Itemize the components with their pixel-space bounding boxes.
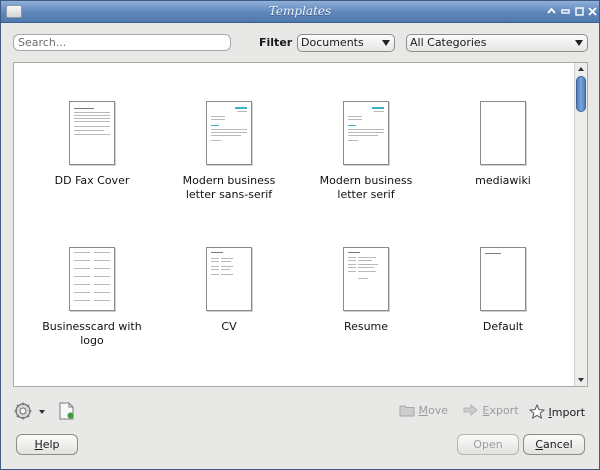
template-item[interactable]: DD Fax Cover [27,63,157,213]
close-icon[interactable] [586,5,599,18]
template-item[interactable]: Resume [301,213,431,363]
window-title: Templates [268,4,332,18]
scroll-down-icon[interactable] [575,374,587,386]
template-label: Resume [343,320,389,333]
template-label: Modern business [182,174,276,187]
open-button[interactable]: Open [457,434,519,455]
template-label: CV [221,320,237,333]
template-label: Modern business [319,174,413,187]
help-label: elp [42,438,60,451]
help-label-mnemonic: H [34,438,43,451]
help-button[interactable]: Help [16,434,78,455]
open-label: Open [473,438,503,451]
export-button[interactable]: Export [463,403,519,417]
cancel-label: ancel [543,438,573,451]
minimize-icon[interactable] [559,5,572,18]
import-button[interactable]: Import [528,403,586,420]
chevron-down-icon [382,40,390,46]
template-item[interactable]: Modern business letter serif [301,63,431,213]
template-thumbnail [343,101,389,165]
template-label: Businesscard with [42,320,142,333]
move-button[interactable]: Move [399,404,448,417]
search-input[interactable] [13,34,231,51]
move-label: ove [428,404,449,417]
template-thumbnail [69,247,115,311]
gear-icon[interactable] [14,402,32,420]
chevron-down-icon[interactable] [39,410,45,414]
document-type-select[interactable]: Documents [297,34,395,52]
template-view[interactable]: DD Fax Cover Modern business letter sans… [13,62,588,387]
template-grid: DD Fax Cover Modern business letter sans… [14,63,574,386]
scroll-up-icon[interactable] [575,63,587,75]
template-thumbnail [69,101,115,165]
filter-label: Filter [259,36,293,49]
template-label-line2: logo [80,334,104,347]
template-label: mediawiki [475,174,531,187]
scrollbar-thumb[interactable] [576,76,586,112]
template-label: Default [482,320,524,333]
category-value: All Categories [410,36,487,49]
template-item[interactable]: CV [164,213,294,363]
chevron-down-icon [575,40,583,46]
template-thumbnail [343,247,389,311]
template-label-line2: letter sans-serif [185,188,273,201]
restore-icon[interactable] [545,5,558,18]
star-icon [528,403,546,420]
document-type-value: Documents [301,36,364,49]
folder-icon [399,405,415,417]
maximize-icon[interactable] [573,5,586,18]
template-label: DD Fax Cover [54,174,130,187]
template-thumbnail [480,101,526,165]
title-bar: Templates [1,1,599,23]
move-label-mnemonic: M [418,404,429,417]
new-document-icon[interactable] [59,402,75,420]
templates-dialog: Templates Filter Documents All Categorie… [0,0,600,470]
export-arrow-icon [463,403,478,417]
template-item[interactable]: Modern business letter sans-serif [164,63,294,213]
template-thumbnail [480,247,526,311]
import-label: mport [551,406,586,419]
export-label: xport [489,404,519,417]
template-label-line2: letter serif [337,188,395,201]
vertical-scrollbar[interactable] [574,63,587,386]
template-thumbnail [206,247,252,311]
template-item[interactable]: Default [438,213,568,363]
cancel-label-mnemonic: C [535,438,544,451]
template-thumbnail [206,101,252,165]
category-select[interactable]: All Categories [406,34,588,52]
template-item[interactable]: Businesscard with logo [27,213,157,363]
cancel-button[interactable]: Cancel [523,434,585,455]
template-item[interactable]: mediawiki [438,63,568,213]
